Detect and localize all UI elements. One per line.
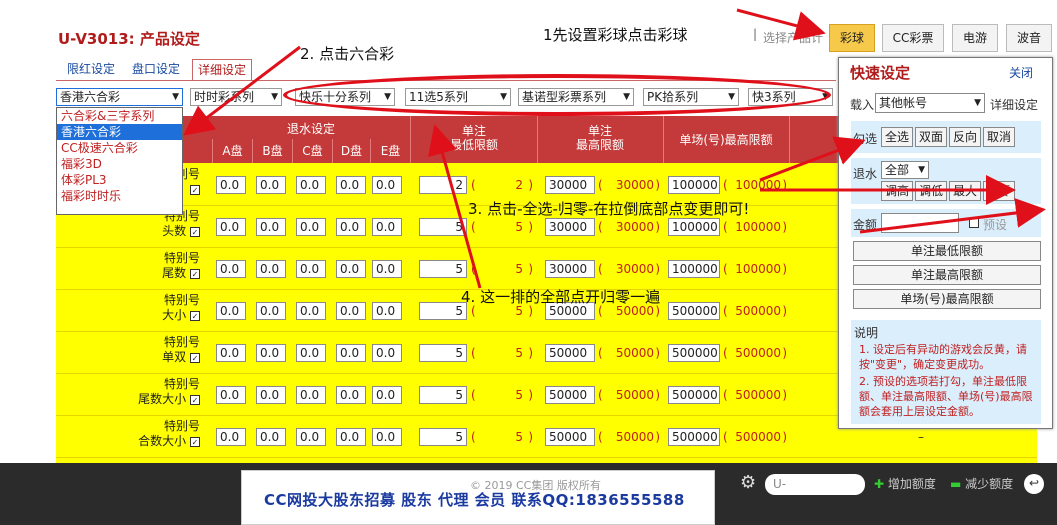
annotation-arrows — [183, 8, 1046, 289]
